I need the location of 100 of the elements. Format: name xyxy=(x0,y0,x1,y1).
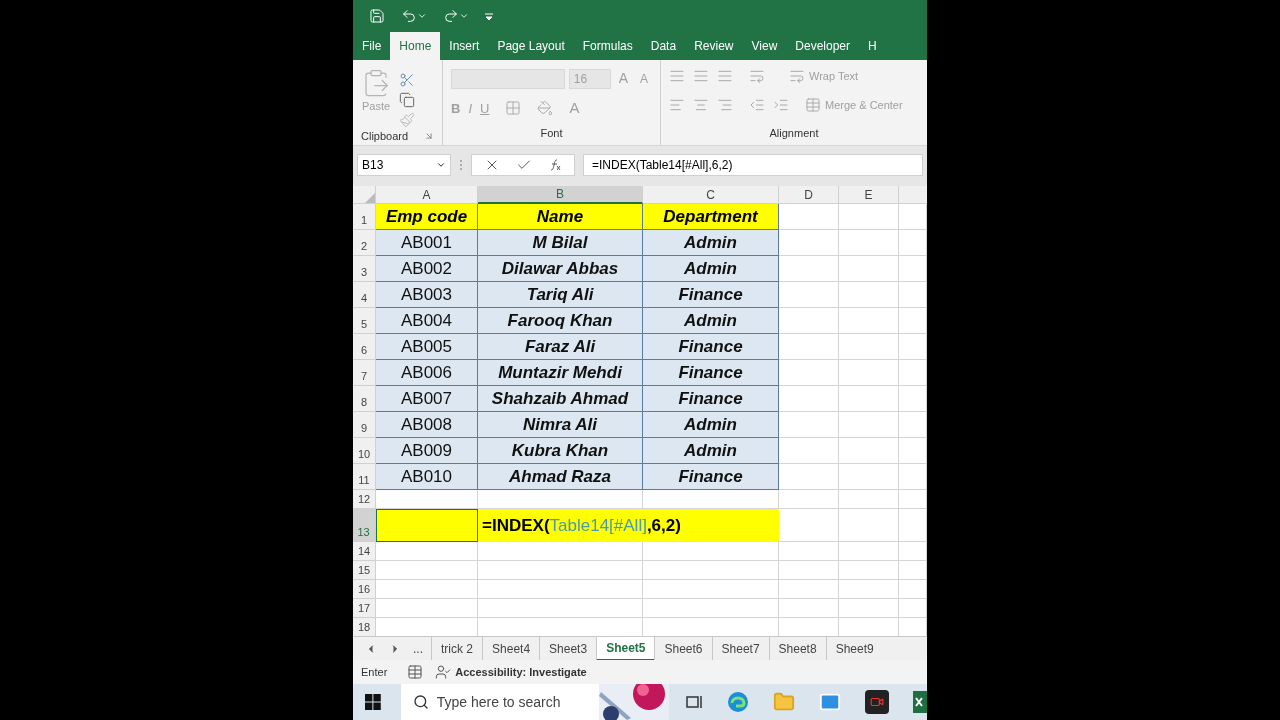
empty-cell xyxy=(839,308,899,334)
table-cell: AB003 xyxy=(376,282,478,308)
row-number[interactable]: 2 xyxy=(353,230,376,256)
ribbon-tab[interactable]: H xyxy=(859,32,886,60)
browser-icon[interactable] xyxy=(727,691,749,713)
merge-icon[interactable] xyxy=(805,96,821,113)
table-cell: AB010 xyxy=(376,464,478,490)
cell-mode-icon[interactable] xyxy=(407,664,424,680)
table-cell: Farooq Khan xyxy=(478,308,643,334)
empty-cell xyxy=(899,438,927,464)
row-number[interactable]: 6 xyxy=(353,334,376,360)
row-number[interactable]: 10 xyxy=(353,438,376,464)
row-number[interactable]: 15 xyxy=(353,561,376,580)
row-number[interactable]: 3 xyxy=(353,256,376,282)
sheet-tab[interactable]: Sheet5 xyxy=(596,636,655,661)
empty-cell xyxy=(779,542,839,561)
row-number[interactable]: 8 xyxy=(353,386,376,412)
table-cell: Name xyxy=(478,204,643,230)
empty-cell xyxy=(899,308,927,334)
empty-cell xyxy=(839,509,899,542)
table-cell: Finance xyxy=(643,334,779,360)
ribbon-tab[interactable]: Review xyxy=(685,32,743,60)
row-number[interactable]: 12 xyxy=(353,490,376,509)
spreadsheet-app-icon[interactable] xyxy=(913,691,927,713)
table-cell: Ahmad Raza xyxy=(478,464,643,490)
function-icon[interactable] xyxy=(548,158,562,172)
ribbon-tab[interactable]: Developer xyxy=(786,32,859,60)
empty-cell xyxy=(779,561,839,580)
table-cell: AB006 xyxy=(376,360,478,386)
empty-cell xyxy=(839,542,899,561)
empty-cell xyxy=(899,412,927,438)
task-view-icon[interactable] xyxy=(685,694,703,710)
table-cell: Nimra Ali xyxy=(478,412,643,438)
more-sheets-button[interactable]: ... xyxy=(413,639,423,658)
table-cell: Dilawar Abbas xyxy=(478,256,643,282)
font-name-field[interactable] xyxy=(451,68,565,89)
save-icon[interactable] xyxy=(369,8,385,24)
row-number[interactable]: 17 xyxy=(353,599,376,618)
active-cell[interactable]: =INDEX(Table14[#All],6,2) xyxy=(478,509,779,542)
ribbon-tab[interactable]: View xyxy=(742,32,787,60)
customize-toolbar-icon[interactable] xyxy=(485,12,493,20)
table-cell: Admin xyxy=(643,438,779,464)
empty-cell xyxy=(779,490,839,509)
row-number[interactable]: 13 xyxy=(353,509,376,542)
table-cell: AB008 xyxy=(376,412,478,438)
undo-icon[interactable] xyxy=(401,8,417,24)
wrap-text-icon[interactable] xyxy=(789,68,805,85)
column-header[interactable]: B xyxy=(478,186,643,204)
windows-start-icon[interactable] xyxy=(365,694,381,710)
ribbon-tab[interactable]: Page Layout xyxy=(488,32,574,60)
table-cell: AB001 xyxy=(376,230,478,256)
column-header[interactable]: D xyxy=(779,186,839,204)
ribbon-tab[interactable]: Formulas xyxy=(573,32,642,60)
table-cell: Department xyxy=(643,204,779,230)
drag-handle-icon[interactable] xyxy=(459,159,463,171)
accessibility-status[interactable]: Accessibility: Investigate xyxy=(455,663,587,681)
row-number[interactable]: 16 xyxy=(353,580,376,599)
row-number[interactable]: 7 xyxy=(353,360,376,386)
cut-icon[interactable] xyxy=(399,72,415,88)
empty-cell xyxy=(839,386,899,412)
taskbar-search-field[interactable]: Type here to search xyxy=(400,684,669,720)
empty-cell xyxy=(839,438,899,464)
ribbon-tab[interactable]: Insert xyxy=(440,32,489,60)
group-label: Alignment xyxy=(769,125,819,141)
empty-cell xyxy=(899,490,927,509)
ribbon-tab[interactable]: File xyxy=(353,32,391,60)
row-number[interactable]: 11 xyxy=(353,464,376,490)
folder-icon[interactable] xyxy=(773,691,795,713)
empty-cell xyxy=(899,580,927,599)
column-header[interactable]: E xyxy=(839,186,899,204)
row-number[interactable]: 14 xyxy=(353,542,376,561)
caret-icon[interactable] xyxy=(417,11,427,21)
format-painter-icon[interactable] xyxy=(399,112,415,128)
redo-icon[interactable] xyxy=(443,8,459,24)
ribbon-tab[interactable]: Data xyxy=(641,32,686,60)
table-cell: AB005 xyxy=(376,334,478,360)
fill-color-icon[interactable] xyxy=(537,100,554,117)
row-number[interactable]: 4 xyxy=(353,282,376,308)
dialog-launcher-icon[interactable] xyxy=(424,131,434,142)
empty-cell xyxy=(839,204,899,230)
row-number[interactable]: 9 xyxy=(353,412,376,438)
recorder-icon[interactable] xyxy=(865,690,889,714)
borders-icon[interactable] xyxy=(505,100,522,117)
empty-cell xyxy=(899,230,927,256)
empty-cell xyxy=(899,599,927,618)
ribbon-tab[interactable]: Home xyxy=(390,32,441,60)
table-cell: Finance xyxy=(643,464,779,490)
accessibility-icon[interactable] xyxy=(435,664,452,680)
empty-cell xyxy=(899,464,927,490)
copy-icon[interactable] xyxy=(399,92,415,108)
row-number[interactable]: 1 xyxy=(353,204,376,230)
table-cell: Finance xyxy=(643,282,779,308)
caret-icon[interactable] xyxy=(459,11,469,21)
row-number[interactable]: 5 xyxy=(353,308,376,334)
formula-field[interactable]: =INDEX(Table14[#All],6,2) xyxy=(583,154,923,176)
table-cell: Tariq Ali xyxy=(478,282,643,308)
name-box[interactable]: B13 xyxy=(357,154,451,176)
row-number[interactable]: 18 xyxy=(353,618,376,636)
table-cell: Finance xyxy=(643,386,779,412)
empty-cell xyxy=(839,464,899,490)
